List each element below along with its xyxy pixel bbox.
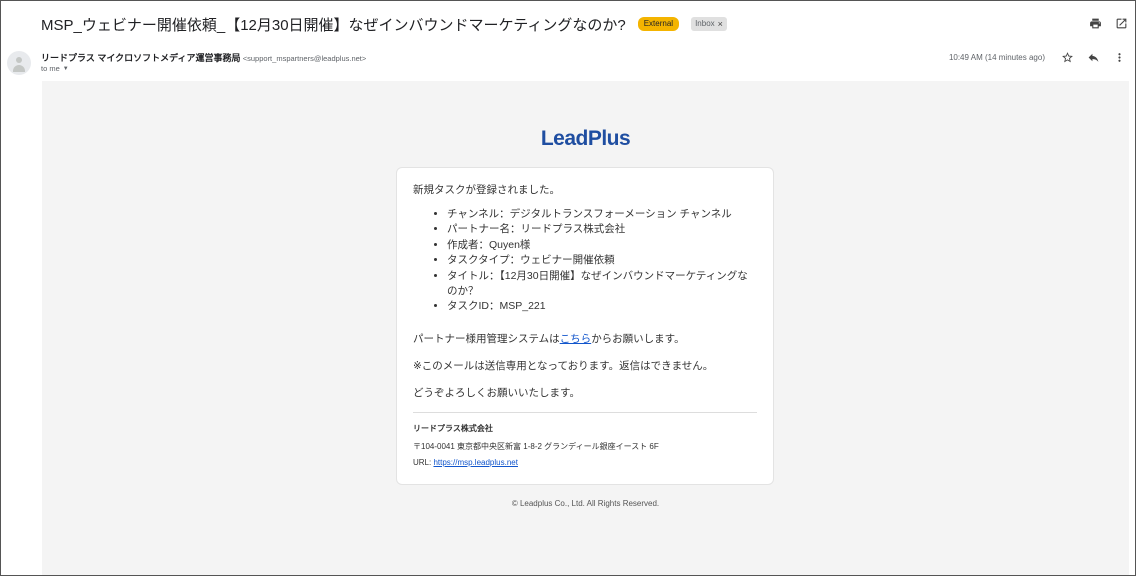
sender-row: リードプラス マイクロソフトメディア運営事務局 <support_mspartn… [41, 51, 366, 64]
inbox-label-text: Inbox [695, 19, 715, 28]
task-details-list: チャンネル：デジタルトランスフォーメーション チャンネル パートナー名：リードプ… [413, 207, 757, 315]
message-card: 新規タスクが登録されました。 チャンネル：デジタルトランスフォーメーション チャ… [396, 167, 774, 485]
remove-label-icon[interactable]: × [718, 19, 723, 29]
subject-row: MSP_ウェビナー開催依頼_【12月30日開催】なぜインバウンドマーケティングな… [41, 13, 727, 35]
list-item: 作成者：Quyen様 [447, 238, 757, 253]
sender-avatar [7, 51, 31, 75]
inbox-label[interactable]: Inbox × [691, 17, 727, 31]
divider [413, 411, 757, 413]
recipient-row[interactable]: to me ▼ [41, 64, 69, 73]
email-subject: MSP_ウェビナー開催依頼_【12月30日開催】なぜインバウンドマーケティングな… [41, 16, 626, 34]
list-item: タスクID：MSP_221 [447, 299, 757, 314]
copyright-text: © Leadplus Co., Ltd. All Rights Reserved… [511, 499, 660, 508]
email-body: LeadPlus 新規タスクが登録されました。 チャンネル：デジタルトランスフォ… [42, 81, 1129, 575]
list-item: タイトル：【12月30日開催】なぜインバウンドマーケティングなのか？ [447, 269, 757, 300]
intro-text: 新規タスクが登録されました。 [413, 184, 560, 196]
list-item: チャンネル：デジタルトランスフォーメーション チャンネル [447, 207, 757, 222]
message-actions: 10:49 AM (14 minutes ago) [949, 49, 1127, 65]
footer-url-row: URL: https://msp.leadplus.net [413, 457, 518, 467]
footer-url-link[interactable]: https://msp.leadplus.net [433, 458, 518, 467]
sender-email: <support_mspartners@leadplus.net> [242, 54, 367, 63]
top-actions [1087, 15, 1129, 31]
reply-icon[interactable] [1085, 49, 1101, 65]
external-badge: External [637, 17, 680, 31]
system-text: パートナー様用管理システムはこちらからお願いします。 [413, 332, 685, 345]
footer-company: リードプラス株式会社 [413, 423, 493, 433]
timestamp: 10:49 AM (14 minutes ago) [948, 52, 1045, 62]
list-item: パートナー名：リードプラス株式会社 [447, 222, 757, 237]
print-icon[interactable] [1087, 15, 1103, 31]
chevron-down-icon[interactable]: ▼ [63, 66, 69, 72]
email-view: MSP_ウェビナー開催依頼_【12月30日開催】なぜインバウンドマーケティングな… [0, 0, 1136, 576]
recipient-text: to me [41, 64, 60, 73]
list-item: タスクタイプ：ウェビナー開催依頼 [447, 253, 757, 268]
more-vert-icon[interactable] [1111, 49, 1127, 65]
leadplus-logo: LeadPlus [540, 127, 631, 150]
notice-text: ※このメールは送信専用となっております。返信はできません。 [413, 359, 714, 372]
star-icon[interactable] [1059, 49, 1075, 65]
closing-text: どうぞよろしくお願いいたします。 [413, 386, 580, 399]
open-in-new-icon[interactable] [1113, 15, 1129, 31]
footer-address: 〒104-0041 東京都中央区新富 1-8-2 グランディール銀座イースト 6… [413, 441, 659, 451]
system-link[interactable]: こちら [560, 333, 592, 345]
sender-name[interactable]: リードプラス マイクロソフトメディア運営事務局 [41, 53, 241, 63]
